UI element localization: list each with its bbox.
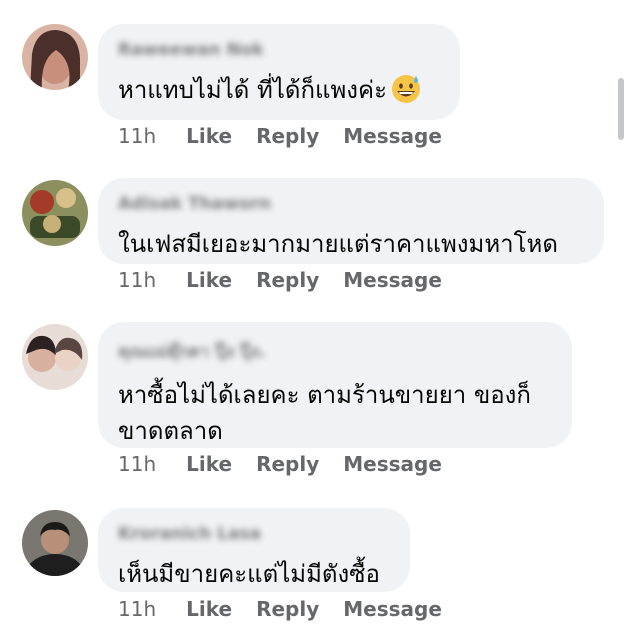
comment-bubble: คุณแม่ตุ๊กตา ปุ๊ง ปุ๊ง. หาซื้อไม่ได้เลยค…: [98, 322, 572, 448]
reply-button[interactable]: Reply: [256, 268, 319, 292]
comment-time[interactable]: 11h: [118, 124, 156, 148]
comment-text-line: ขาดตลาด: [118, 417, 223, 445]
comment-text-content: หาแทบไม่ได้ ที่ได้ก็แพงค่ะ: [118, 76, 387, 104]
grinning-sweat-emoji-icon: [391, 75, 420, 103]
reply-button[interactable]: Reply: [256, 452, 319, 476]
avatar-photo-icon: [22, 180, 88, 246]
avatar-photo-icon: [22, 24, 88, 90]
avatar[interactable]: [22, 324, 88, 390]
message-button[interactable]: Message: [343, 268, 442, 292]
like-button[interactable]: Like: [186, 597, 232, 621]
comment-author[interactable]: คุณแม่ตุ๊กตา ปุ๊ง ปุ๊ง.: [118, 338, 550, 365]
comment-author[interactable]: Raweewan Nok: [118, 40, 438, 60]
avatar[interactable]: [22, 510, 88, 576]
avatar-photo-icon: [22, 510, 88, 576]
avatar[interactable]: [22, 24, 88, 90]
avatar[interactable]: [22, 180, 88, 246]
comment-bubble: Adisak Thaworn ในเฟสมีเยอะมากมายแต่ราคาแ…: [98, 178, 604, 264]
comment-bubble: Kroranich Lasa เห็นมีขายคะแต่ไม่มีตังซื้…: [98, 508, 410, 592]
comment-bubble: Raweewan Nok หาแทบไม่ได้ ที่ได้ก็แพงค่ะ: [98, 24, 460, 120]
comment-text: หาแทบไม่ได้ ที่ได้ก็แพงค่ะ: [118, 72, 438, 108]
comment-actions: 11h Like Reply Message: [118, 452, 466, 476]
message-button[interactable]: Message: [343, 124, 442, 148]
comment-author[interactable]: Adisak Thaworn: [118, 194, 582, 214]
comment-text: เห็นมีขายคะแต่ไม่มีตังซื้อ: [118, 560, 380, 588]
scrollbar[interactable]: [618, 78, 624, 140]
reply-button[interactable]: Reply: [256, 124, 319, 148]
message-button[interactable]: Message: [343, 452, 442, 476]
comment-time[interactable]: 11h: [118, 452, 156, 476]
like-button[interactable]: Like: [186, 124, 232, 148]
avatar-photo-icon: [22, 324, 88, 390]
like-button[interactable]: Like: [186, 268, 232, 292]
message-button[interactable]: Message: [343, 597, 442, 621]
comment-actions: 11h Like Reply Message: [118, 597, 466, 621]
like-button[interactable]: Like: [186, 452, 232, 476]
comment-text-line: หาซื้อไม่ได้เลยคะ ตามร้านขายยา ของก็: [118, 381, 531, 409]
reply-button[interactable]: Reply: [256, 597, 319, 621]
comment-actions: 11h Like Reply Message: [118, 268, 466, 292]
comment-text: ในเฟสมีเยอะมากมายแต่ราคาแพงมหาโหด: [118, 230, 558, 258]
comment-time[interactable]: 11h: [118, 268, 156, 292]
comment-time[interactable]: 11h: [118, 597, 156, 621]
comment-actions: 11h Like Reply Message: [118, 124, 466, 148]
comment-text: หาซื้อไม่ได้เลยคะ ตามร้านขายยา ของก็ ขาด…: [118, 377, 550, 449]
comment-author[interactable]: Kroranich Lasa: [118, 524, 388, 544]
